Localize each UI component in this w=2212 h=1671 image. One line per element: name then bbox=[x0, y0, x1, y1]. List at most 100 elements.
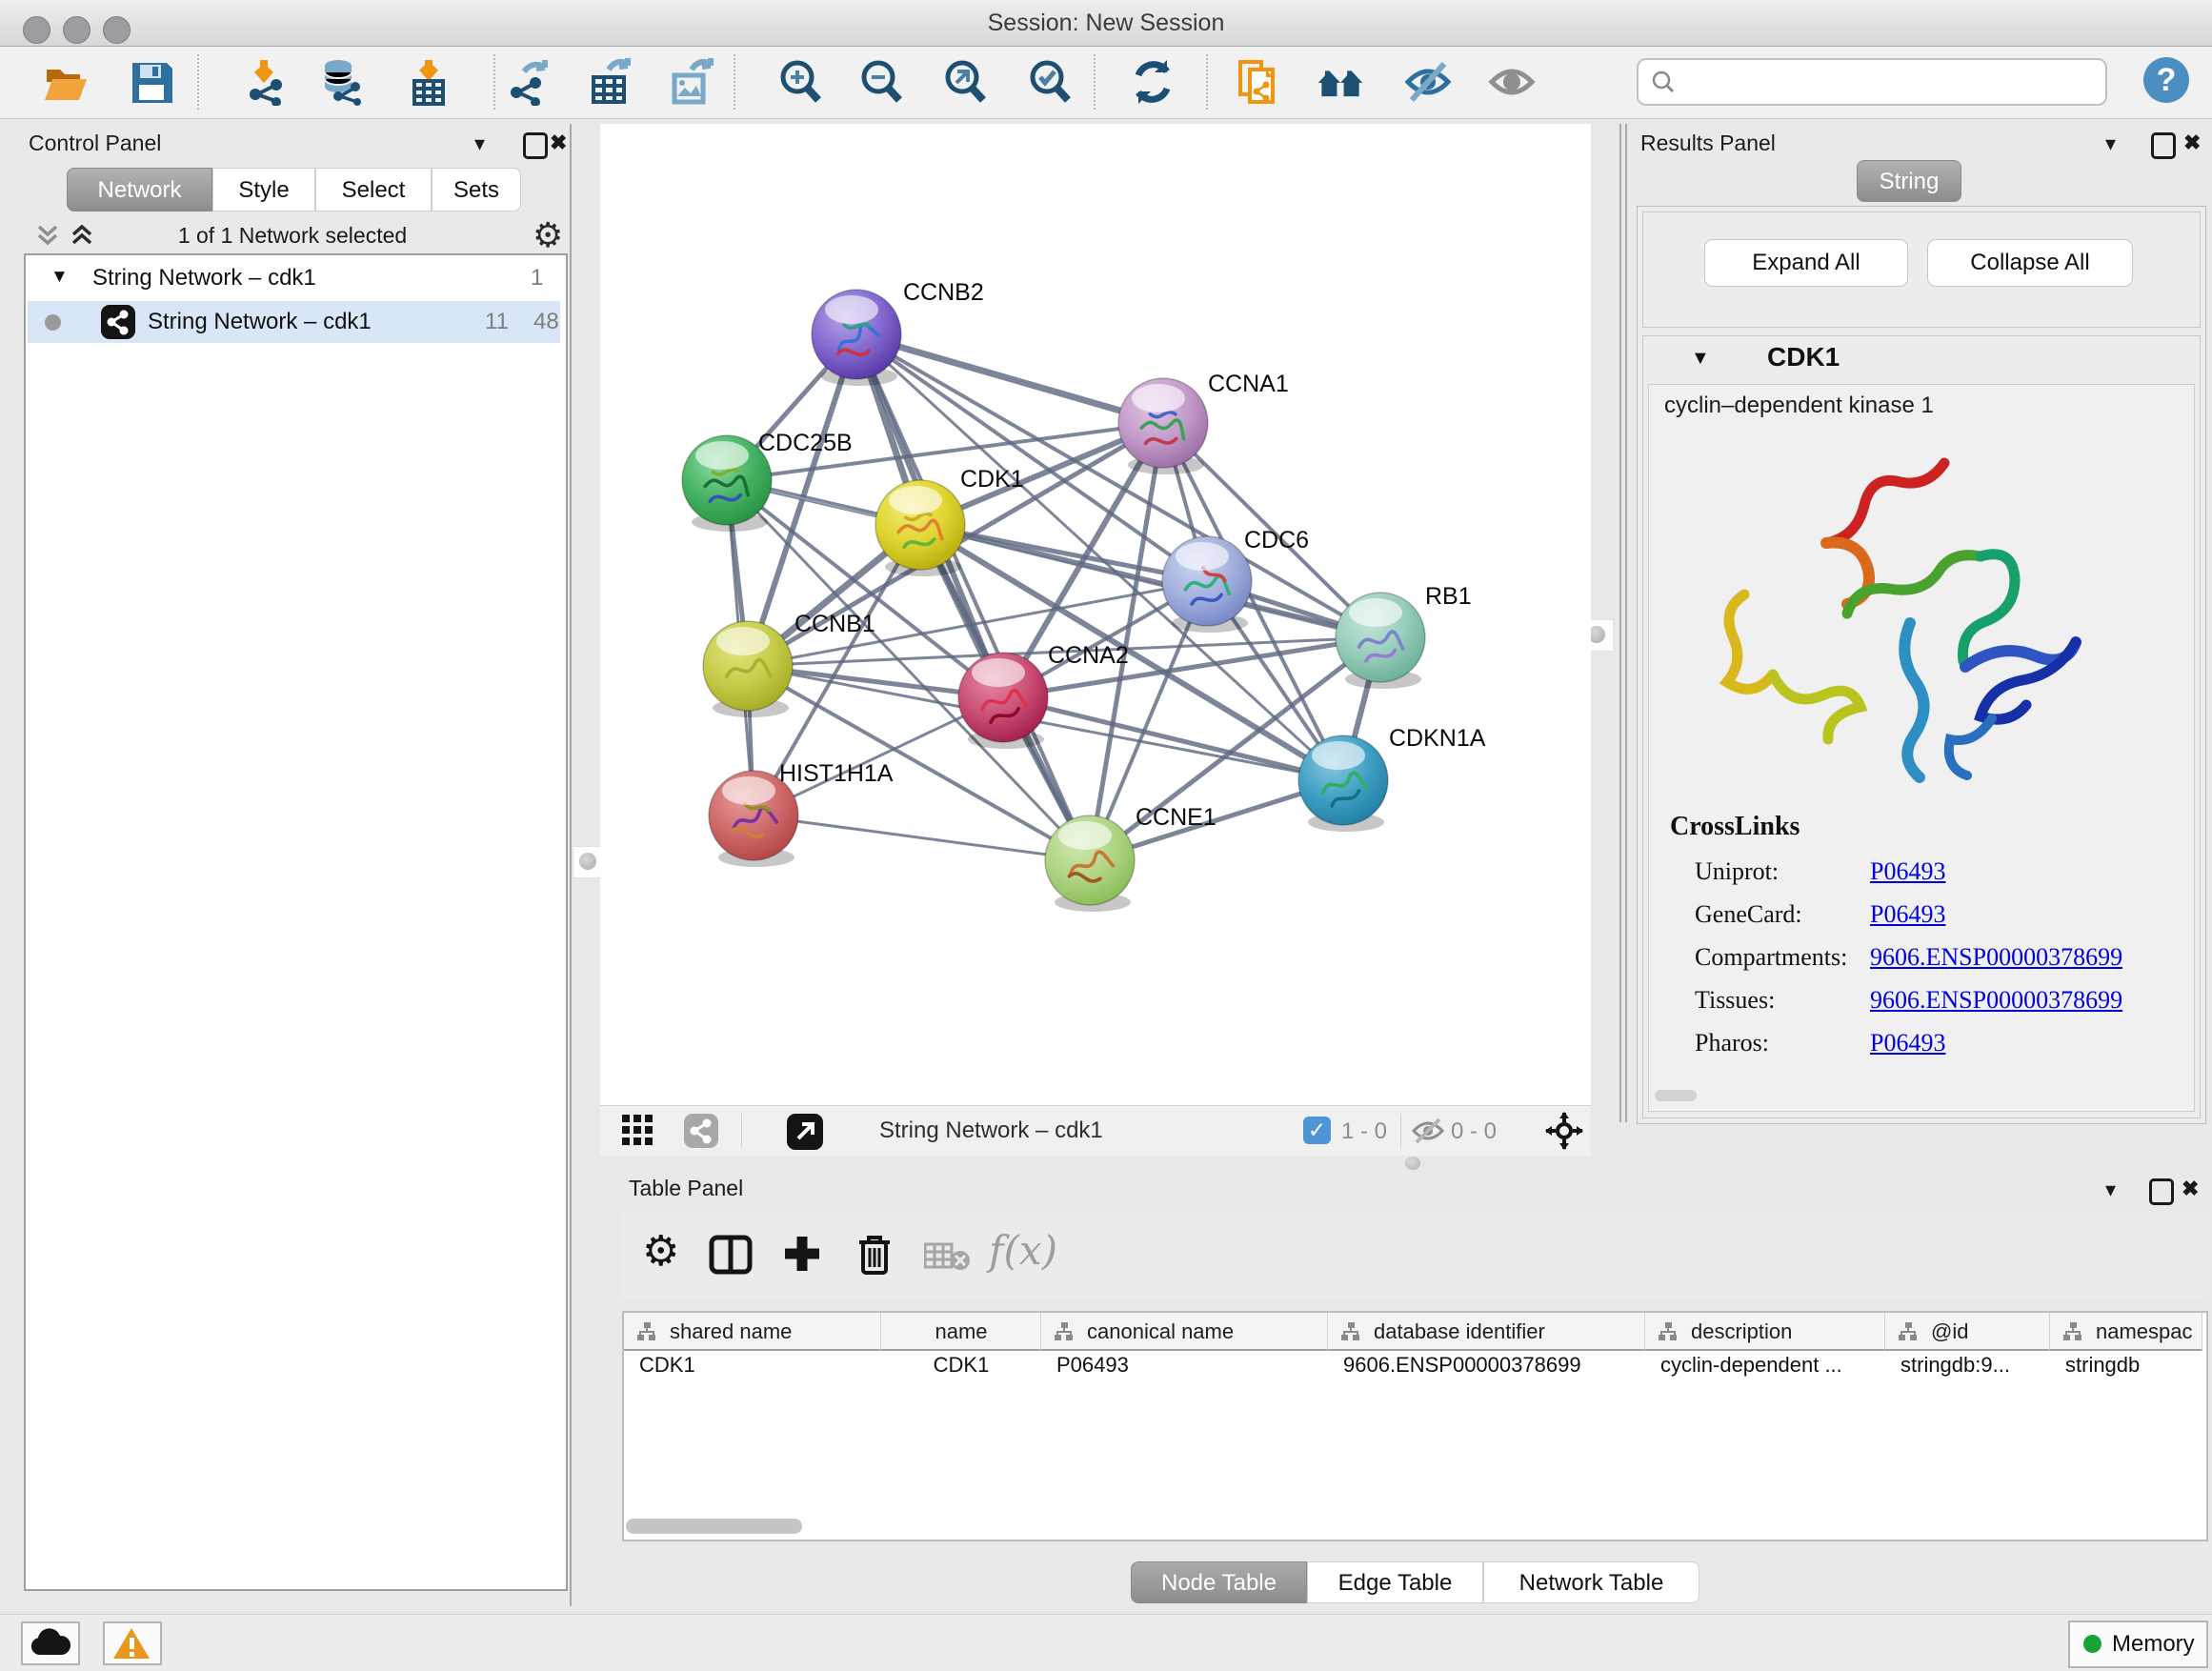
table-cell[interactable]: cyclin-dependent ... bbox=[1660, 1353, 1842, 1378]
column-header-@id[interactable]: @id bbox=[1885, 1313, 2050, 1351]
column-header-namespac[interactable]: namespac bbox=[2050, 1313, 2202, 1351]
zoom-selected-icon[interactable] bbox=[1026, 58, 1074, 106]
tab-sets[interactable]: Sets bbox=[432, 168, 521, 211]
network-node-cdc25b[interactable]: CDC25B bbox=[682, 430, 853, 532]
crosslink-link[interactable]: P06493 bbox=[1870, 900, 1945, 929]
shared-column-icon bbox=[1899, 1322, 1918, 1341]
node-label: CCNB2 bbox=[903, 279, 984, 306]
import-table-icon[interactable] bbox=[405, 58, 452, 106]
selected-checkbox-icon[interactable]: ✓ bbox=[1303, 1117, 1331, 1144]
bottom-splitter-handle[interactable] bbox=[1405, 1157, 1420, 1170]
save-session-icon[interactable] bbox=[128, 58, 175, 106]
collapse-all-button[interactable]: Collapse All bbox=[1927, 239, 2133, 287]
network-node-hist1h1a[interactable]: HIST1H1A bbox=[709, 760, 894, 867]
title-bar: Session: New Session bbox=[0, 0, 2212, 47]
add-column-icon[interactable] bbox=[781, 1233, 823, 1275]
open-session-icon[interactable] bbox=[42, 58, 90, 106]
export-table-icon[interactable] bbox=[586, 58, 633, 106]
table-cell[interactable]: stringdb bbox=[2065, 1353, 2140, 1378]
column-header-database-identifier[interactable]: database identifier bbox=[1328, 1313, 1645, 1351]
table-cell[interactable]: P06493 bbox=[1056, 1353, 1129, 1378]
control-panel-maximize-icon[interactable] bbox=[523, 132, 548, 159]
card-collapse-triangle-icon[interactable]: ▼ bbox=[1691, 348, 1710, 370]
crosslink-link[interactable]: 9606.ENSP00000378699 bbox=[1870, 986, 2122, 1015]
home-view-icon[interactable] bbox=[1317, 58, 1364, 106]
import-database-icon[interactable] bbox=[317, 58, 365, 106]
collection-expand-triangle-icon[interactable]: ▼ bbox=[50, 267, 69, 288]
network-canvas[interactable]: CCNB2CCNA1CDC25BCDK1CDC6RB1CCNB1CCNA2CDK… bbox=[600, 124, 1591, 1105]
network-node-ccna1[interactable]: CCNA1 bbox=[1118, 371, 1289, 474]
crosslink-link[interactable]: 9606.ENSP00000378699 bbox=[1870, 943, 2122, 972]
cloud-button[interactable] bbox=[21, 1621, 80, 1665]
table-panel-float-icon[interactable]: ▾ bbox=[2105, 1178, 2116, 1202]
show-all-icon[interactable] bbox=[1488, 58, 1536, 106]
column-header-description[interactable]: description bbox=[1645, 1313, 1885, 1351]
node-label: CCNB1 bbox=[794, 611, 875, 637]
delete-column-trash-icon[interactable] bbox=[855, 1233, 894, 1277]
network-node-ccnb2[interactable]: CCNB2 bbox=[812, 279, 984, 386]
crosslink-link[interactable]: P06493 bbox=[1870, 857, 1945, 886]
results-panel-maximize-icon[interactable] bbox=[2151, 132, 2176, 159]
fit-content-crosshair-icon[interactable] bbox=[1545, 1112, 1583, 1150]
node-result-body: cyclin–dependent kinase 1 bbox=[1648, 384, 2195, 1112]
table-cell[interactable]: stringdb:9... bbox=[1900, 1353, 2010, 1378]
network-node-ccnb1[interactable]: CCNB1 bbox=[703, 611, 875, 717]
export-network-icon[interactable] bbox=[505, 58, 553, 106]
warnings-button[interactable] bbox=[103, 1621, 162, 1665]
open-in-window-icon[interactable] bbox=[787, 1114, 823, 1150]
refresh-icon[interactable] bbox=[1129, 58, 1176, 106]
tab-edge-table[interactable]: Edge Table bbox=[1307, 1561, 1483, 1603]
tab-node-table[interactable]: Node Table bbox=[1131, 1561, 1307, 1603]
export-image-icon[interactable] bbox=[667, 58, 714, 106]
grid-view-icon[interactable] bbox=[621, 1114, 654, 1146]
network-edge[interactable] bbox=[856, 334, 1163, 423]
string-network-icon bbox=[101, 305, 135, 339]
column-header-name[interactable]: name bbox=[881, 1313, 1041, 1351]
memory-button[interactable]: Memory bbox=[2068, 1621, 2208, 1668]
mini-scrollbar[interactable] bbox=[1655, 1090, 1697, 1101]
network-node-cdkn1a[interactable]: CDKN1A bbox=[1298, 725, 1486, 832]
share-view-icon[interactable] bbox=[684, 1114, 718, 1148]
tab-network[interactable]: Network bbox=[67, 168, 212, 211]
divider bbox=[1625, 124, 1627, 1122]
network-collection-row[interactable]: ▼ String Network – cdk1 1 bbox=[26, 261, 566, 299]
tab-network-table[interactable]: Network Table bbox=[1483, 1561, 1699, 1603]
import-network-icon[interactable] bbox=[240, 58, 288, 106]
horizontal-scrollbar-thumb[interactable] bbox=[626, 1519, 802, 1534]
network-row-selected[interactable]: String Network – cdk1 11 48 bbox=[28, 301, 560, 343]
tab-string[interactable]: String bbox=[1857, 160, 1961, 202]
network-edge[interactable] bbox=[1003, 697, 1343, 780]
expand-all-button[interactable]: Expand All bbox=[1704, 239, 1908, 287]
zoom-out-icon[interactable] bbox=[857, 58, 905, 106]
network-node-ccne1[interactable]: CCNE1 bbox=[1045, 804, 1217, 912]
control-panel-float-icon[interactable]: ▾ bbox=[474, 131, 485, 156]
zoom-fit-icon[interactable] bbox=[941, 58, 989, 106]
table-cell[interactable]: CDK1 bbox=[639, 1353, 695, 1378]
table-panel-maximize-icon[interactable] bbox=[2149, 1178, 2174, 1205]
crosslink-link[interactable]: P06493 bbox=[1870, 1029, 1945, 1057]
table-cell[interactable]: 9606.ENSP00000378699 bbox=[1343, 1353, 1581, 1378]
table-cell[interactable]: CDK1 bbox=[881, 1353, 1041, 1378]
show-columns-icon[interactable] bbox=[709, 1235, 753, 1275]
crosslink-label: Pharos: bbox=[1695, 1029, 1769, 1057]
results-panel-float-icon[interactable]: ▾ bbox=[2105, 131, 2116, 156]
hide-selected-icon[interactable] bbox=[1404, 58, 1452, 106]
table-settings-gear-icon[interactable]: ⚙ bbox=[642, 1227, 679, 1276]
results-panel-close-icon[interactable]: ✖ bbox=[2183, 131, 2201, 155]
tab-select[interactable]: Select bbox=[315, 168, 432, 211]
column-header-canonical-name[interactable]: canonical name bbox=[1041, 1313, 1328, 1351]
network-edge[interactable] bbox=[754, 815, 1090, 860]
zoom-in-icon[interactable] bbox=[776, 58, 824, 106]
network-node-rb1[interactable]: RB1 bbox=[1336, 583, 1472, 689]
tab-style[interactable]: Style bbox=[212, 168, 315, 211]
table-panel-close-icon[interactable]: ✖ bbox=[2182, 1177, 2199, 1201]
column-header-shared-name[interactable]: shared name bbox=[624, 1313, 881, 1351]
gear-icon[interactable]: ⚙ bbox=[533, 215, 563, 255]
search-input[interactable] bbox=[1637, 58, 2107, 106]
column-header-label: @id bbox=[1931, 1319, 1968, 1344]
shared-column-icon bbox=[1341, 1322, 1360, 1341]
copy-network-icon[interactable] bbox=[1235, 58, 1282, 106]
help-button[interactable]: ? bbox=[2143, 57, 2189, 103]
protein-structure-image bbox=[1706, 433, 2097, 804]
control-panel-close-icon[interactable]: ✖ bbox=[550, 131, 567, 155]
